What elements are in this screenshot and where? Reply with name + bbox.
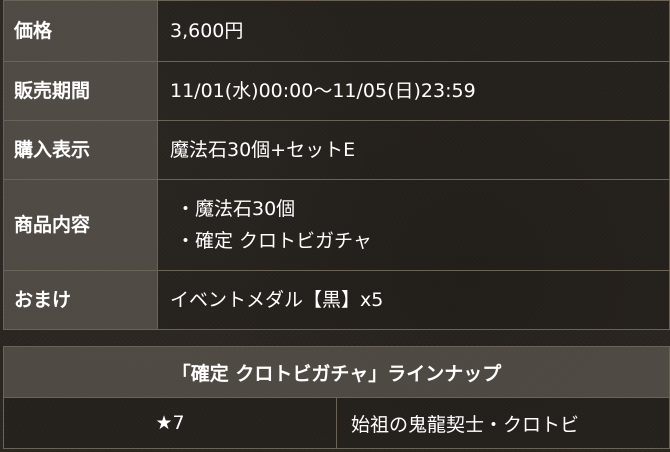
sale-period-value: 11/01(水)00:00〜11/05(日)23:59 [157,61,670,121]
bonus-label: おまけ [3,270,158,330]
purchase-display-row: 購入表示 魔法石30個+セットE [3,120,670,180]
bonus-value: イベントメダル【黒】x5 [157,270,670,330]
product-contents-cell: ・魔法石30個 ・確定 クロトビガチャ [157,179,670,271]
lineup-monster-name: 始祖の鬼龍契士・クロトビ [336,397,670,449]
lineup-row: ★7 始祖の鬼龍契士・クロトビ [3,397,670,449]
sale-period-row: 販売期間 11/01(水)00:00〜11/05(日)23:59 [3,61,670,121]
lineup-title: 「確定 クロトビガチャ」ラインナップ [3,346,670,398]
purchase-display-label: 購入表示 [3,120,158,180]
product-contents-item: ・魔法石30個 [176,198,296,220]
sale-period-label: 販売期間 [3,61,158,121]
price-row: 価格 3,600円 [3,0,670,62]
price-label: 価格 [3,0,158,62]
bonus-row: おまけ イベントメダル【黒】x5 [3,270,670,330]
product-contents-item: ・確定 クロトビガチャ [176,230,372,252]
product-contents-list: ・魔法石30個 ・確定 クロトビガチャ [170,193,669,257]
price-value: 3,600円 [157,0,670,62]
lineup-rarity: ★7 [3,397,337,449]
gacha-lineup-table: 「確定 クロトビガチャ」ラインナップ ★7 始祖の鬼龍契士・クロトビ [3,346,670,449]
product-contents-label: 商品内容 [3,179,158,271]
lineup-header-row: 「確定 クロトビガチャ」ラインナップ [3,346,670,398]
product-contents-row: 商品内容 ・魔法石30個 ・確定 クロトビガチャ [3,179,670,271]
purchase-display-value: 魔法石30個+セットE [157,120,670,180]
product-info-table: 価格 3,600円 販売期間 11/01(水)00:00〜11/05(日)23:… [3,0,670,330]
